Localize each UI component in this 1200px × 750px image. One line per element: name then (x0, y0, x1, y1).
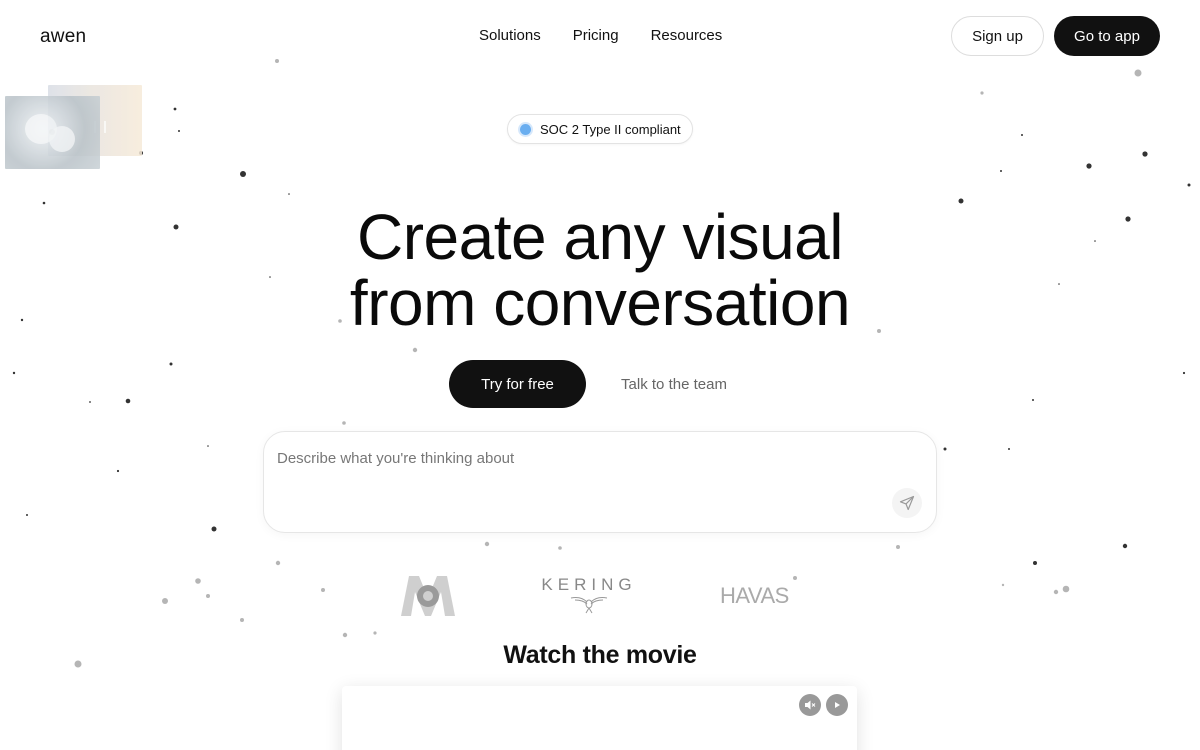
movie-player[interactable] (342, 686, 857, 750)
brand-logo[interactable]: awen (40, 26, 86, 48)
havas-logo: HAVAS (720, 583, 789, 608)
prompt-box (263, 431, 937, 533)
nav-pricing[interactable]: Pricing (573, 27, 619, 44)
flower-thumbnail (5, 96, 100, 169)
sign-up-button[interactable]: Sign up (951, 16, 1044, 56)
nav-solutions[interactable]: Solutions (479, 27, 541, 44)
volume-mute-icon (805, 700, 816, 710)
particle-background (12, 59, 1191, 668)
nav-resources[interactable]: Resources (651, 27, 723, 44)
kering-logo-text: KERING (541, 575, 637, 594)
send-icon (899, 495, 915, 511)
compliance-badge: SOC 2 Type II compliant (507, 114, 693, 144)
send-button[interactable] (892, 488, 922, 518)
badge-text: SOC 2 Type II compliant (540, 121, 681, 137)
m6-logo: 6 (401, 576, 455, 616)
mute-button[interactable] (799, 694, 821, 716)
play-icon (835, 702, 840, 708)
watch-movie-title: Watch the movie (503, 641, 697, 669)
kering-logo: KERING (533, 576, 645, 616)
play-button[interactable] (826, 694, 848, 716)
prompt-input[interactable] (277, 446, 877, 470)
hero-line-1: Create any visual (357, 201, 843, 273)
landing-page: awen Solutions Pricing Resources Sign up… (0, 0, 1200, 750)
go-to-app-button[interactable]: Go to app (1054, 16, 1160, 56)
status-dot-icon (520, 123, 531, 135)
talk-to-team-link[interactable]: Talk to the team (604, 360, 744, 408)
hero-title: Create any visual from conversation (300, 204, 900, 336)
main-nav: Solutions Pricing Resources (479, 27, 722, 44)
hero-line-2: from conversation (349, 267, 851, 339)
try-for-free-button[interactable]: Try for free (449, 360, 586, 408)
owl-icon (570, 597, 608, 614)
